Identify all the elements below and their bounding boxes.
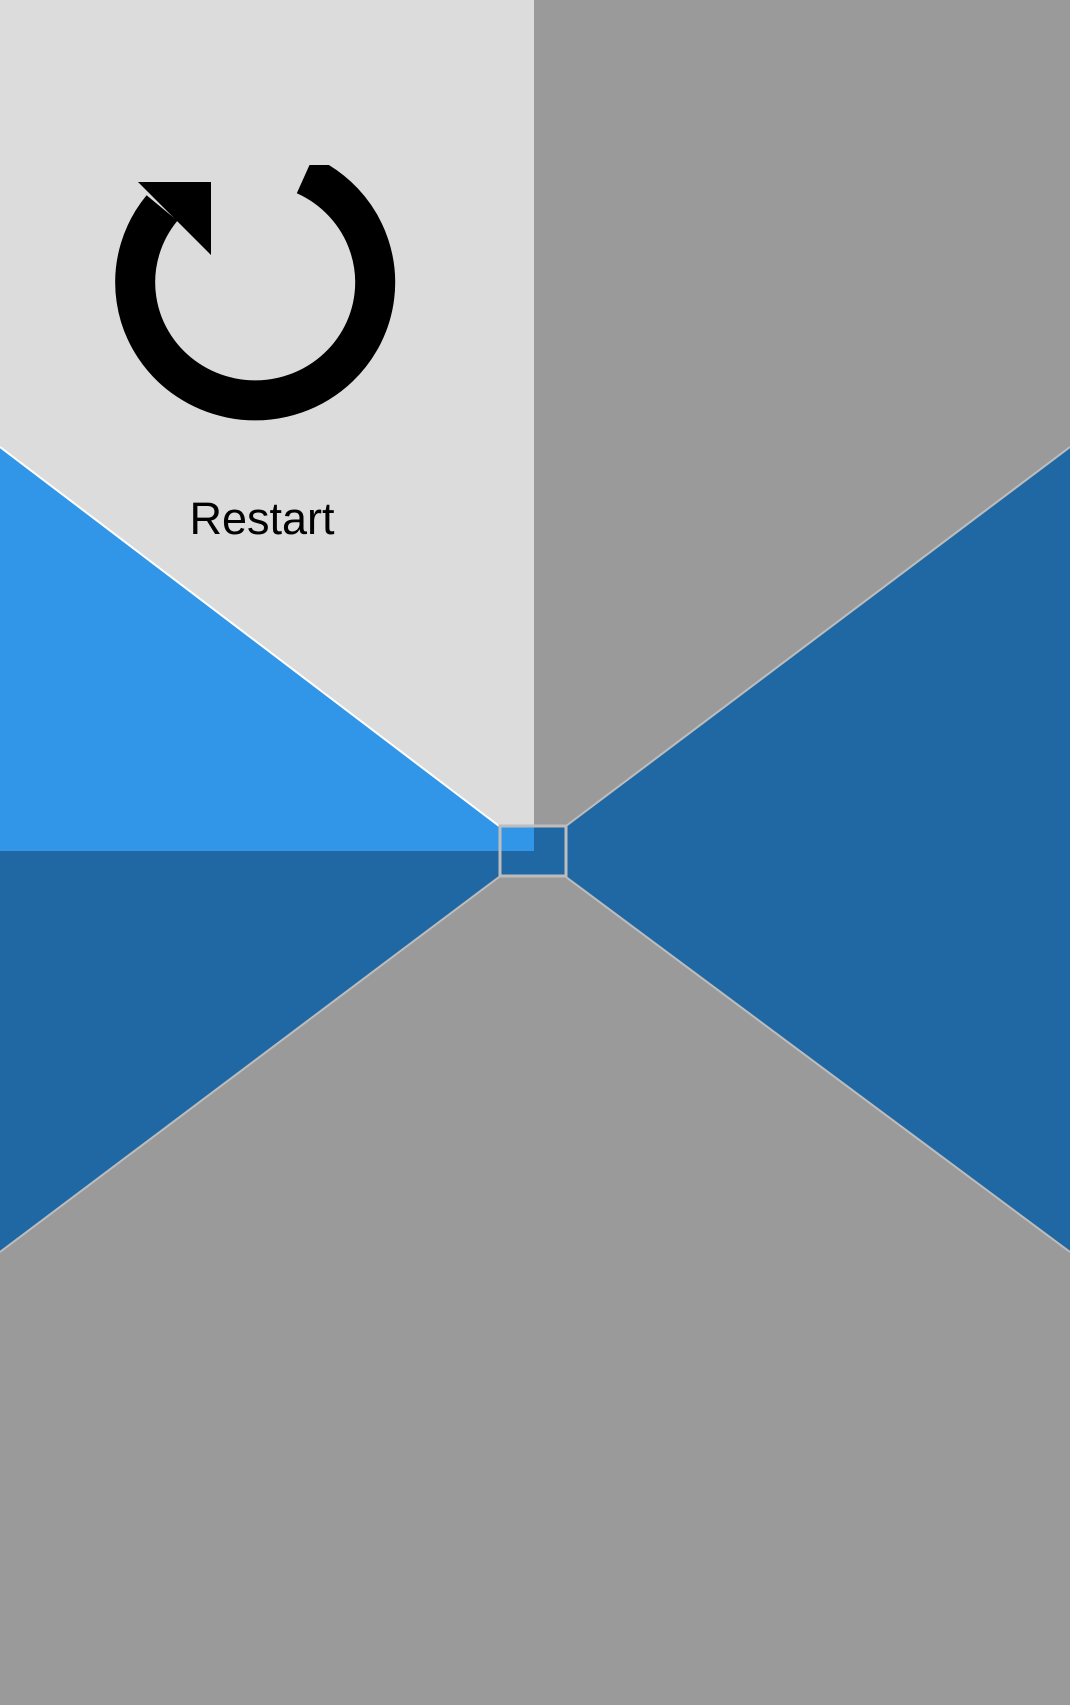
restart-button[interactable]: Restart [0,0,534,860]
game-board: Restart [0,0,1070,1700]
restart-icon [115,165,396,421]
restart-label: Restart [189,493,335,544]
